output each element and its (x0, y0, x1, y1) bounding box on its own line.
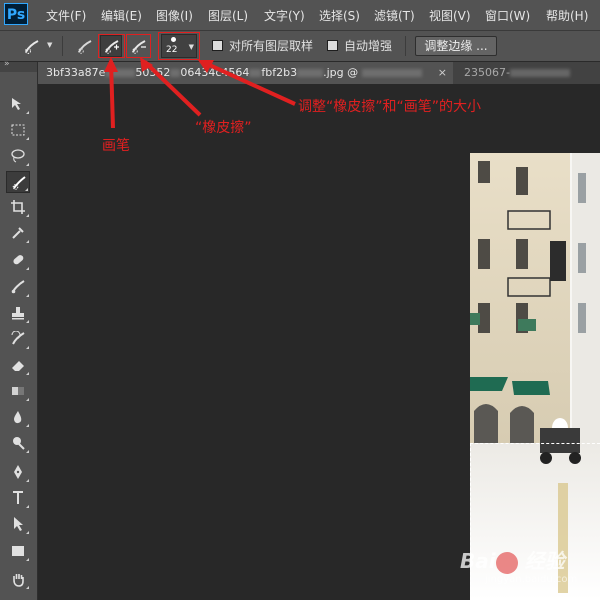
baidu-watermark: Bai 经验 (460, 549, 565, 574)
baidu-watermark-url: jingyan.baidu.com (485, 574, 578, 585)
baidu-paw-icon (495, 551, 518, 574)
annotation-arrows (104, 57, 296, 129)
size-annotation: 调整“橡皮擦”和“画笔”的大小 (298, 99, 482, 115)
eraser-annotation: “橡皮擦” (195, 120, 252, 136)
brush-annotation: 画笔 (102, 138, 130, 154)
